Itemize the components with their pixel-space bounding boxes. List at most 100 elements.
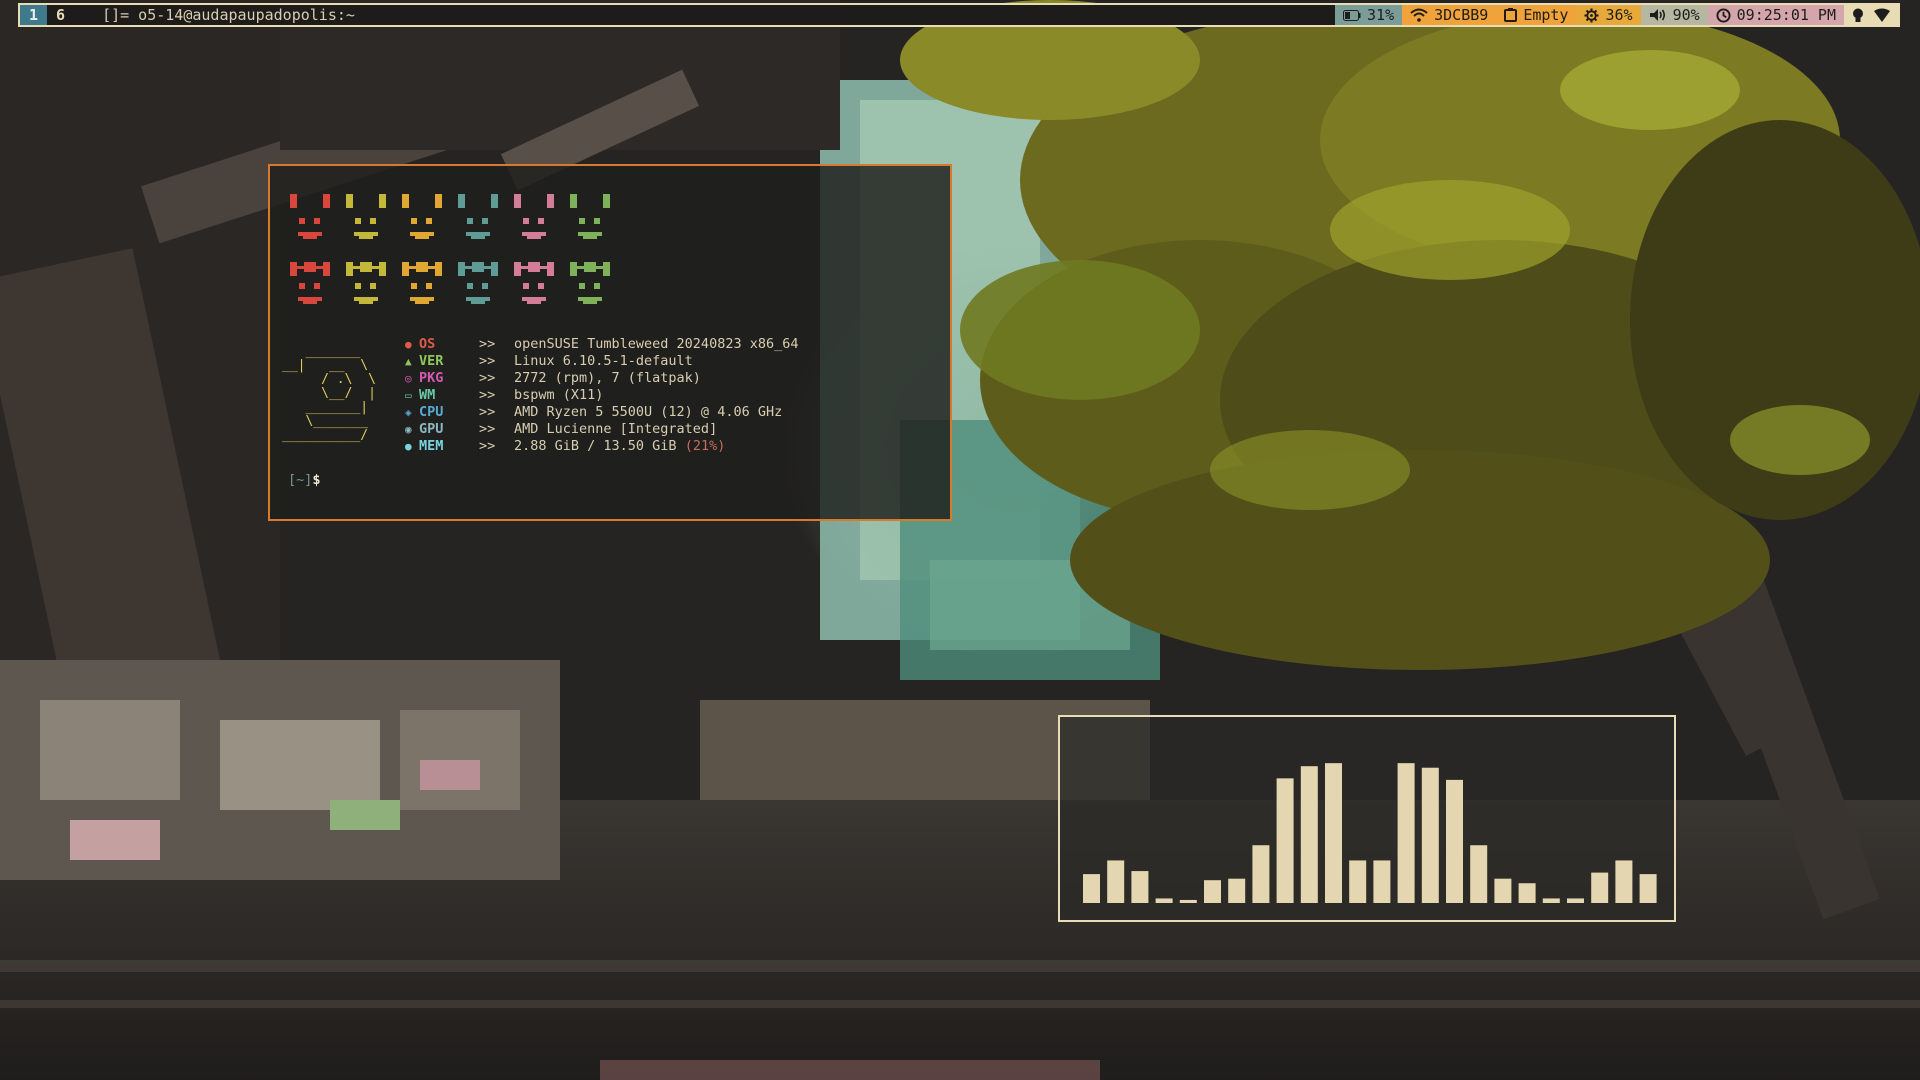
lightbulb-icon[interactable] (1852, 8, 1864, 23)
os-icon: ● (405, 338, 412, 351)
battery-level: 31% (1367, 6, 1395, 24)
spectrum-bar (1276, 778, 1294, 903)
spectrum-bar (1446, 779, 1463, 903)
palette-pixel (466, 297, 490, 301)
volume-module[interactable]: 90% (1640, 5, 1708, 25)
spectrum-bar (1349, 860, 1367, 903)
sysinfo-row-gpu: ◉ GPU >> AMD Lucienne [Integrated] (405, 421, 798, 438)
palette-pixel (303, 301, 317, 304)
palette-pixel (304, 262, 316, 272)
palette-pixel (458, 194, 465, 208)
audio-spectrum (1083, 763, 1657, 903)
spectrum-bar (1107, 860, 1125, 903)
palette-pixel (426, 283, 432, 289)
palette-pixel (491, 262, 498, 276)
battery-module[interactable]: 31% (1335, 5, 1403, 25)
palette-pixel (579, 283, 585, 289)
palette-pixel (435, 262, 442, 276)
monitor-icon: ▭ (405, 389, 412, 402)
sysinfo-label: PKG (419, 370, 444, 386)
spectrum-bar (1373, 860, 1391, 903)
palette-pixel (354, 232, 378, 236)
network-icon[interactable] (1874, 8, 1890, 22)
clipboard-status: Empty (1523, 6, 1569, 24)
workspace-1[interactable]: 1 (20, 5, 48, 25)
memory-usage: 2.88 GiB / 13.50 GiB (514, 438, 677, 454)
palette-pixel (370, 283, 376, 289)
wifi-module[interactable]: 3DCBB9 (1402, 5, 1497, 25)
palette-pixel (482, 283, 488, 289)
spectrum-bar (1421, 767, 1439, 903)
palette-pixel (570, 262, 577, 276)
spectrum-bar (1131, 871, 1149, 903)
sysinfo-separator: >> (479, 438, 496, 454)
palette-pixel (354, 297, 378, 301)
palette-pixel (471, 236, 485, 239)
sysinfo-row-mem: ● MEM >> 2.88 GiB / 13.50 GiB (21%) (405, 438, 798, 455)
wifi-icon (1410, 8, 1428, 22)
palette-pixel (360, 262, 372, 272)
palette-pixel (303, 236, 317, 239)
spectrum-bar (1300, 766, 1318, 903)
sysinfo-value: AMD Lucienne [Integrated] (514, 421, 718, 437)
memory-percent: (21%) (684, 438, 726, 454)
palette-pixel (298, 297, 322, 301)
sysinfo-row-os: ● OS >> openSUSE Tumbleweed 20240823 x86… (405, 336, 798, 353)
sysinfo-row-pkg: ◎ PKG >> 2772 (rpm), 7 (flatpak) (405, 370, 798, 387)
palette-pixel (547, 194, 554, 208)
palette-pixel (415, 236, 429, 239)
audio-visualizer-window[interactable] (1058, 715, 1676, 922)
palette-pixel (314, 283, 320, 289)
palette-pixel (466, 232, 490, 236)
palette-pixel (411, 283, 417, 289)
sysinfo-value: 2772 (rpm), 7 (flatpak) (514, 370, 701, 386)
sysinfo-separator: >> (479, 336, 496, 352)
clipboard-module[interactable]: Empty (1496, 5, 1577, 25)
spectrum-bar (1155, 898, 1173, 903)
sysinfo-value: Linux 6.10.5-1-default (514, 353, 693, 369)
volume-level: 90% (1672, 6, 1700, 24)
workspace-6[interactable]: 6 (47, 5, 74, 25)
palette-pixel (603, 194, 610, 208)
package-icon: ◎ (405, 372, 412, 385)
palette-pixel (523, 283, 529, 289)
sysinfo-separator: >> (479, 353, 496, 369)
shell-prompt[interactable]: [~]$ (288, 472, 321, 488)
system-tray (1844, 5, 1898, 25)
palette-pixel (299, 218, 305, 224)
spectrum-bar (1591, 872, 1609, 903)
speaker-icon (1649, 8, 1667, 22)
sysinfo-separator: >> (479, 387, 496, 403)
spectrum-bar (1615, 860, 1633, 903)
sysinfo-label: GPU (419, 421, 444, 437)
sysinfo-label: OS (419, 336, 436, 352)
palette-pixel (472, 262, 484, 272)
palette-pixel (411, 218, 417, 224)
spectrum-bar (1179, 899, 1197, 903)
spectrum-bar (1083, 874, 1100, 903)
spectrum-bar (1470, 845, 1488, 903)
palette-pixel (538, 283, 544, 289)
palette-pixel (314, 218, 320, 224)
palette-pixel (458, 262, 465, 276)
opensuse-ascii-logo: _______ __| __ \ / .\ \ \__/ | _______| … (282, 344, 376, 443)
terminal-window[interactable]: _______ __| __ \ / .\ \ \__/ | _______| … (268, 164, 952, 521)
palette-pixel (346, 262, 353, 276)
palette-pixel (547, 262, 554, 276)
palette-pixel (290, 194, 297, 208)
battery-icon (1343, 9, 1361, 21)
clock-icon (1716, 7, 1731, 23)
palette-pixel (402, 194, 409, 208)
palette-pixel (370, 218, 376, 224)
spectrum-bar (1204, 880, 1221, 903)
system-info: ● OS >> openSUSE Tumbleweed 20240823 x86… (405, 336, 798, 455)
spectrum-bar (1567, 898, 1584, 903)
sysinfo-separator: >> (479, 404, 496, 420)
palette-pixel (346, 194, 353, 208)
sysinfo-value: AMD Ryzen 5 5500U (12) @ 4.06 GHz (514, 404, 783, 420)
cpu-module[interactable]: 36% (1576, 5, 1641, 25)
palette-pixel (471, 301, 485, 304)
palette-pixel (583, 236, 597, 239)
clock-module[interactable]: 09:25:01 PM (1707, 5, 1844, 25)
sysinfo-label: WM (419, 387, 436, 403)
